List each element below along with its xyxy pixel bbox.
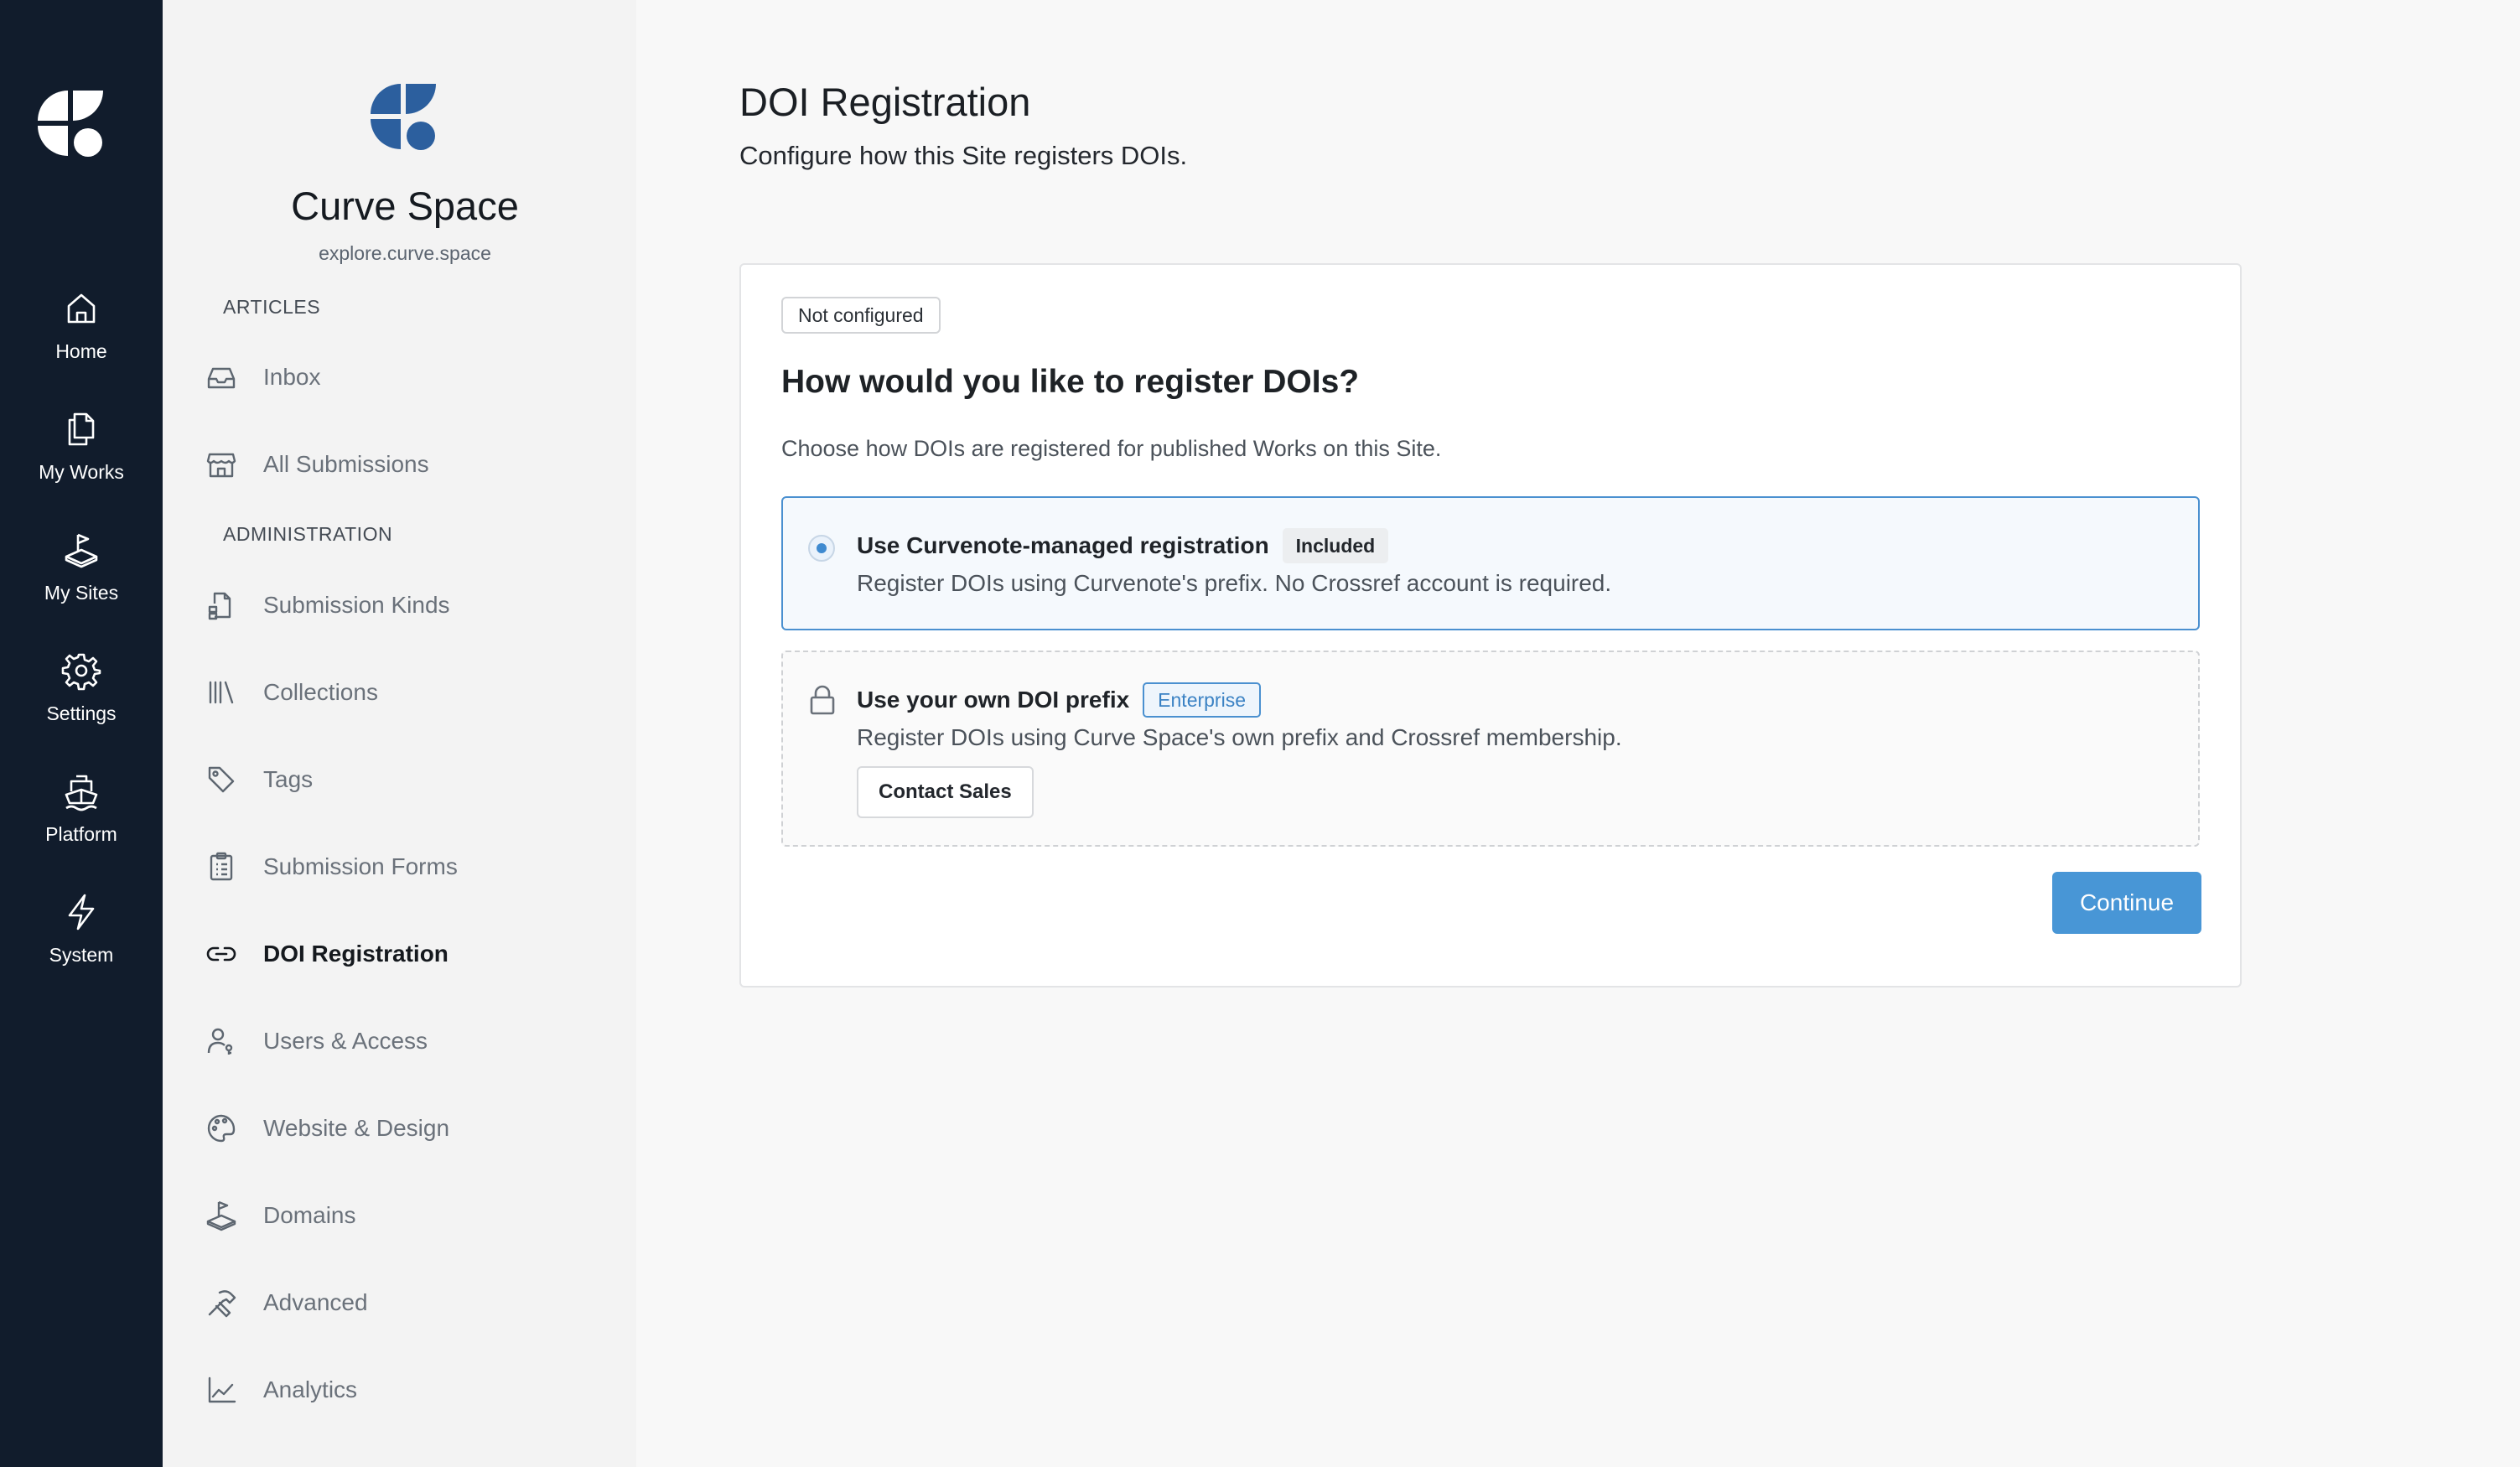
site-name: Curve Space [291, 184, 519, 228]
sidebar-item-label: DOI Registration [263, 941, 449, 967]
rail-item-home[interactable]: Home [0, 282, 163, 374]
sidebar-item-label: Submission Kinds [263, 592, 450, 618]
site-sidebar: Curve Space explore.curve.space ARTICLES… [163, 0, 636, 1467]
sidebar-item-analytics[interactable]: Analytics [205, 1366, 607, 1413]
rail-item-system[interactable]: System [0, 885, 163, 977]
option-title: Use Curvenote-managed registration [857, 532, 1269, 558]
page-subtitle: Configure how this Site registers DOIs. [739, 141, 1188, 170]
sidebar-item-label: Website & Design [263, 1115, 450, 1141]
sidebar-item-label: All Submissions [263, 451, 429, 477]
included-tag: Included [1282, 528, 1389, 563]
sidebar-item-label: Tags [263, 766, 314, 792]
rail-item-label: My Sites [44, 582, 119, 604]
storefront-icon [205, 448, 238, 481]
section-heading-articles: ARTICLES [223, 296, 321, 318]
option-title: Use your own DOI prefix [857, 687, 1130, 713]
section-heading-administration: ADMINISTRATION [223, 523, 393, 545]
inbox-icon [205, 360, 238, 394]
sidebar-item-doi-registration[interactable]: DOI Registration [205, 930, 607, 977]
rail-item-settings[interactable]: Settings [0, 644, 163, 736]
sidebar-item-all-submissions[interactable]: All Submissions [205, 441, 607, 488]
sidebar-item-users-access[interactable]: Users & Access [205, 1018, 607, 1065]
sidebar-item-label: Domains [263, 1202, 356, 1228]
sidebar-item-label: Users & Access [263, 1028, 428, 1054]
library-icon [205, 676, 238, 709]
sidebar-item-label: Submission Forms [263, 853, 458, 879]
rail-item-label: Settings [46, 702, 117, 724]
contact-sales-button[interactable]: Contact Sales [857, 766, 1034, 818]
option-title-row: Use your own DOI prefix Enterprise [857, 682, 1261, 718]
option-own-prefix: Use your own DOI prefix Enterprise Regis… [781, 651, 2200, 847]
file-kinds-icon [205, 588, 238, 622]
chart-line-icon [205, 1373, 238, 1407]
ship-icon [61, 771, 101, 811]
sidebar-item-tags[interactable]: Tags [205, 756, 607, 803]
rail-item-platform[interactable]: Platform [0, 765, 163, 857]
option-description: Register DOIs using Curvenote's prefix. … [857, 570, 1612, 596]
card-description: Choose how DOIs are registered for publi… [781, 436, 1442, 461]
rail-item-label: Home [55, 340, 107, 362]
rail-item-my-sites[interactable]: My Sites [0, 523, 163, 615]
rail-item-my-works[interactable]: My Works [0, 402, 163, 495]
sidebar-item-advanced[interactable]: Advanced [205, 1279, 607, 1326]
radio-selected-icon[interactable] [808, 535, 835, 562]
sidebar-item-domains[interactable]: Domains [205, 1192, 607, 1239]
sidebar-item-submission-forms[interactable]: Submission Forms [205, 843, 607, 890]
enterprise-tag: Enterprise [1143, 682, 1261, 718]
sidebar-item-submission-kinds[interactable]: Submission Kinds [205, 582, 607, 629]
sidebar-item-website-design[interactable]: Website & Design [205, 1105, 607, 1152]
card-heading: How would you like to register DOIs? [781, 364, 1360, 400]
doi-registration-card: Not configured How would you like to reg… [739, 263, 2242, 988]
site-logo-icon[interactable] [371, 84, 438, 153]
lightning-icon [61, 892, 101, 932]
user-key-icon [205, 1024, 238, 1058]
tools-icon [205, 1286, 238, 1319]
domains-icon [205, 1199, 238, 1232]
sidebar-item-label: Analytics [263, 1376, 358, 1402]
sidebar-item-label: Advanced [263, 1289, 368, 1315]
rail-item-label: Platform [45, 823, 117, 845]
sidebar-item-label: Collections [263, 679, 378, 705]
sidebar-item-collections[interactable]: Collections [205, 669, 607, 716]
primary-rail: Home My Works My Sites Settings Platform… [0, 0, 163, 1467]
tag-icon [205, 763, 238, 796]
page-title: DOI Registration [739, 80, 1031, 124]
curvenote-logo-icon[interactable] [38, 91, 105, 159]
palette-icon [205, 1112, 238, 1145]
sidebar-item-inbox[interactable]: Inbox [205, 354, 607, 401]
option-curvenote-managed[interactable]: Use Curvenote-managed registration Inclu… [781, 496, 2200, 630]
lock-icon [808, 684, 837, 716]
status-badge: Not configured [781, 297, 941, 334]
option-title-row: Use Curvenote-managed registration Inclu… [857, 528, 1389, 563]
rail-item-label: My Works [39, 461, 124, 483]
option-description: Register DOIs using Curve Space's own pr… [857, 724, 1622, 750]
home-icon [61, 288, 101, 329]
rail-item-label: System [49, 944, 114, 966]
sites-icon [61, 530, 101, 570]
sidebar-item-label: Inbox [263, 364, 321, 390]
continue-button[interactable]: Continue [2052, 872, 2201, 934]
link-icon [205, 937, 238, 971]
gear-icon [61, 651, 101, 691]
site-url: explore.curve.space [319, 242, 491, 264]
documents-icon [61, 409, 101, 449]
clipboard-icon [205, 850, 238, 884]
